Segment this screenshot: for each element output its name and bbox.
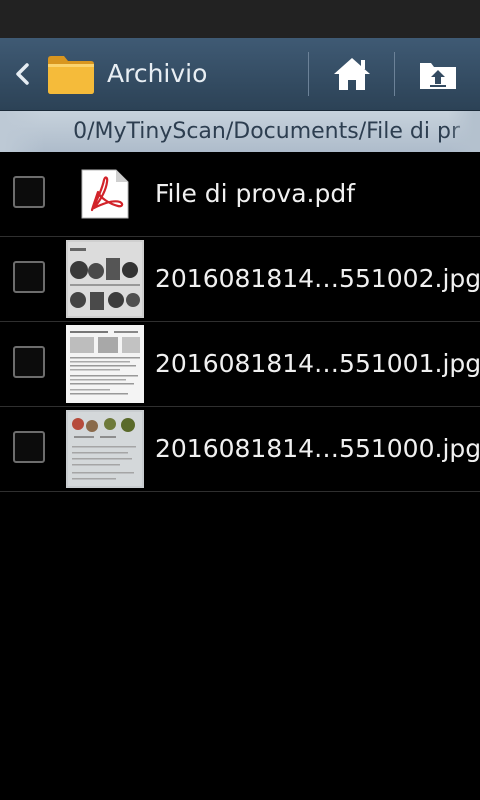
image-thumbnail — [66, 410, 144, 488]
action-bar: Archivio — [0, 38, 480, 111]
path-fade-left — [0, 111, 44, 152]
image-thumbnail — [66, 325, 144, 403]
file-row[interactable]: 2016081814…551000.jpg — [0, 407, 480, 492]
row-checkbox[interactable] — [13, 261, 45, 293]
file-row[interactable]: 2016081814…551002.jpg — [0, 237, 480, 322]
row-checkbox[interactable] — [13, 176, 45, 208]
chevron-left-icon[interactable] — [8, 59, 38, 89]
breadcrumb-path-bar[interactable]: 0/MyTinyScan/Documents/File di pr — [0, 111, 480, 152]
breadcrumb-path: 0/MyTinyScan/Documents/File di pr — [73, 119, 460, 144]
screen: Archivio 0/MyTinyScan/Documents/File di … — [0, 0, 480, 800]
home-button[interactable] — [312, 38, 392, 110]
file-row[interactable]: 2016081814…551001.jpg — [0, 322, 480, 407]
app-title: Archivio — [107, 59, 208, 88]
home-icon — [334, 58, 370, 90]
image-thumbnail — [66, 240, 144, 318]
row-checkbox[interactable] — [13, 346, 45, 378]
file-row[interactable]: File di prova.pdf — [0, 152, 480, 237]
action-bar-divider — [308, 52, 309, 96]
file-name: 2016081814…551000.jpg — [155, 434, 480, 463]
file-name: 2016081814…551002.jpg — [155, 264, 480, 293]
file-name: 2016081814…551001.jpg — [155, 349, 480, 378]
status-bar — [0, 0, 480, 38]
path-fade-right — [448, 111, 480, 152]
parent-folder-button[interactable] — [397, 38, 480, 110]
folder-icon — [48, 56, 94, 94]
file-list: File di prova.pdf 2016081814…551002.jpg — [0, 152, 480, 492]
pdf-file-icon — [81, 169, 129, 219]
action-bar-divider — [394, 52, 395, 96]
file-name: File di prova.pdf — [155, 179, 356, 208]
row-checkbox[interactable] — [13, 431, 45, 463]
folder-up-icon — [420, 63, 456, 89]
